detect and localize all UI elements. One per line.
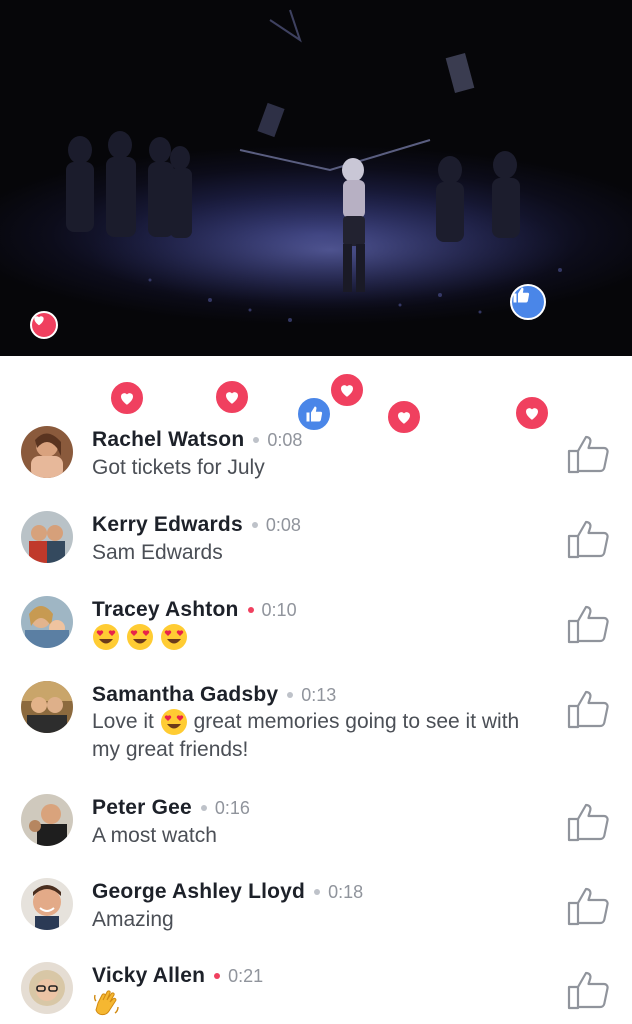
comment-text: Sam Edwards [92, 541, 223, 564]
comment-item: Peter Gee 0:16 A most watch [0, 788, 632, 868]
separator-dot [251, 522, 258, 529]
comment-text-part: Love it [92, 710, 154, 733]
comment-timestamp[interactable]: 0:08 [266, 515, 301, 535]
heart-reaction-icon [329, 372, 365, 408]
separator-dot [287, 692, 294, 699]
commenter-name[interactable]: Tracey Ashton [92, 598, 239, 621]
heart-reaction-icon [214, 379, 250, 415]
live-indicator-dot [247, 607, 254, 614]
like-comment-button[interactable] [566, 801, 610, 843]
comment-text: Love it great memories going to see it w… [92, 708, 552, 764]
commenter-name[interactable]: George Ashley Lloyd [92, 880, 305, 903]
avatar[interactable] [21, 511, 73, 563]
thumbs-up-outline-icon [567, 971, 609, 1010]
comment-item: Kerry Edwards 0:08 Sam Edwards [0, 505, 632, 585]
waving-hand-emoji [93, 990, 119, 1016]
comment-timestamp[interactable]: 0:08 [267, 430, 302, 450]
avatar[interactable] [21, 794, 73, 846]
like-comment-button[interactable] [566, 688, 610, 730]
comment-text [92, 623, 552, 651]
like-comment-button[interactable] [566, 433, 610, 475]
commenter-name[interactable]: Vicky Allen [92, 964, 205, 987]
heart-reaction-icon [30, 311, 58, 339]
like-reaction-icon [510, 284, 546, 320]
heart-eyes-emoji [93, 624, 119, 651]
heart-eyes-emoji [160, 624, 187, 651]
like-comment-button[interactable] [566, 969, 610, 1011]
comment-header: Samantha Gadsby 0:13 [92, 682, 336, 710]
comment-header: Rachel Watson 0:08 [92, 427, 302, 455]
commenter-name[interactable]: Samantha Gadsby [92, 683, 278, 706]
commenter-name[interactable]: Kerry Edwards [92, 513, 243, 536]
live-indicator-dot [214, 973, 221, 980]
comment-item: Tracey Ashton 0:10 [0, 590, 632, 670]
thumbs-up-outline-icon [567, 435, 609, 474]
comment-item: Rachel Watson 0:08 Got tickets for July [0, 420, 632, 500]
avatar[interactable] [21, 962, 73, 1014]
comment-timestamp[interactable]: 0:13 [301, 685, 336, 705]
thumbs-up-outline-icon [567, 690, 609, 729]
comment-text-part: great memories going to see it with my g… [92, 710, 520, 762]
separator-dot [314, 889, 321, 896]
live-video-player[interactable] [0, 0, 632, 356]
comment-text [92, 989, 552, 1019]
comment-header: Vicky Allen 0:21 [92, 963, 263, 991]
avatar[interactable] [21, 878, 73, 930]
thumbs-up-outline-icon [567, 605, 609, 644]
comment-timestamp[interactable]: 0:16 [215, 798, 250, 818]
comment-header: Tracey Ashton 0:10 [92, 597, 297, 625]
commenter-name[interactable]: Peter Gee [92, 796, 192, 819]
comment-text: A most watch [92, 824, 217, 847]
comment-header: George Ashley Lloyd 0:18 [92, 879, 363, 907]
comment-timestamp[interactable]: 0:10 [262, 600, 297, 620]
heart-eyes-emoji [126, 624, 153, 651]
comment-text: Amazing [92, 908, 174, 931]
comment-item: Vicky Allen 0:21 [0, 956, 632, 1024]
heart-reaction-icon [109, 380, 145, 416]
avatar[interactable] [21, 681, 73, 733]
comment-timestamp[interactable]: 0:18 [328, 882, 363, 902]
comment-header: Peter Gee 0:16 [92, 795, 250, 823]
comment-timestamp[interactable]: 0:21 [228, 966, 263, 986]
thumbs-up-outline-icon [567, 803, 609, 842]
comment-text: Got tickets for July [92, 456, 265, 479]
comment-header: Kerry Edwards 0:08 [92, 512, 301, 540]
heart-eyes-emoji [160, 709, 187, 736]
thumbs-up-outline-icon [567, 887, 609, 926]
like-comment-button[interactable] [566, 603, 610, 645]
avatar[interactable] [21, 596, 73, 648]
commenter-name[interactable]: Rachel Watson [92, 428, 244, 451]
comment-item: George Ashley Lloyd 0:18 Amazing [0, 872, 632, 952]
separator-dot [200, 805, 207, 812]
comment-item: Samantha Gadsby 0:13 Love it great memori… [0, 675, 632, 785]
avatar[interactable] [21, 426, 73, 478]
separator-dot [253, 437, 260, 444]
thumbs-up-outline-icon [567, 520, 609, 559]
like-comment-button[interactable] [566, 885, 610, 927]
like-comment-button[interactable] [566, 518, 610, 560]
